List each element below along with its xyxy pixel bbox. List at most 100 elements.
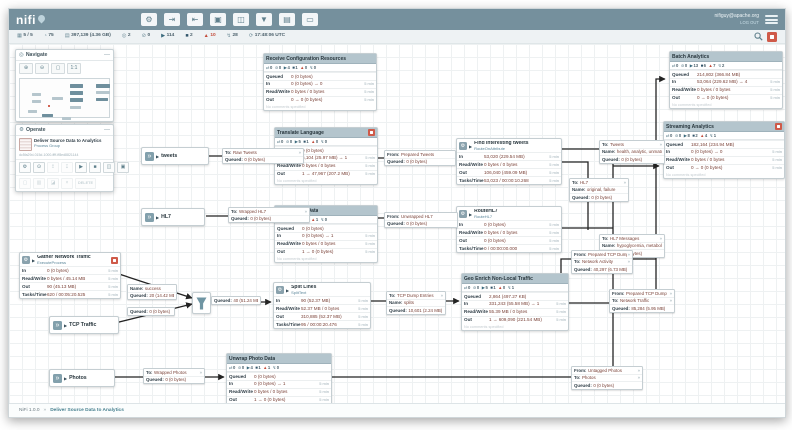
funnel-tool[interactable]: ▼ xyxy=(256,13,272,26)
process-group-batch-analytics[interactable]: Batch Analytics⇄0⊘0▶13■6▲7↯2Queued214,80… xyxy=(669,51,783,109)
connection-label-row: Queued:0 (0 bytes) xyxy=(223,156,303,164)
policies-button[interactable]: ⊙ xyxy=(33,162,45,173)
not-transmitting-count: ⊘0 xyxy=(238,365,244,370)
birdseye-minimap[interactable] xyxy=(19,78,110,118)
connection-label-untagged-photos[interactable]: From:Untagged Photos»To:Photos»Queued:0 … xyxy=(571,366,643,390)
processor-split-lines[interactable]: ⚙▶Split LinesSplitTextIn90 (52.37 MB)5 m… xyxy=(273,282,371,329)
processor-tool[interactable]: ⚙ xyxy=(141,13,157,26)
connection-label-to-tweets[interactable]: To:Tweets»Name:health, analytic, unmatch… xyxy=(599,140,665,164)
connection-label-funnel-queue[interactable]: Queued:40 (51.24 MB) xyxy=(211,296,261,305)
go-to-component-icon[interactable]: » xyxy=(305,209,307,214)
input-port-photos[interactable]: »▶Photos xyxy=(49,369,115,387)
processor-stat-period: 5 min xyxy=(549,178,559,183)
connection-label-tcp-queue[interactable]: Queued:0 (0 bytes) xyxy=(127,307,175,316)
go-to-component-icon[interactable]: » xyxy=(299,150,301,155)
connection-field-label: Queued: xyxy=(130,309,148,315)
connection-label-to-hl7[interactable]: To:HL7»Name:original, failureQueued:0 (0… xyxy=(569,178,629,202)
connection-label-row: To:Network Traffic» xyxy=(610,297,674,305)
logout-link[interactable]: LOG OUT xyxy=(714,20,759,25)
bulletin-icon[interactable] xyxy=(775,123,782,130)
collapse-operate-button[interactable]: — xyxy=(104,127,110,133)
go-to-component-icon[interactable]: » xyxy=(638,368,640,373)
go-to-component-icon[interactable]: » xyxy=(660,142,662,147)
stopped-count-icon: ■ xyxy=(490,285,493,290)
go-to-component-icon[interactable]: » xyxy=(628,252,630,257)
process-group-unwrap-photo-data[interactable]: Unwrap Photo Data⇄0⊘0▶4■1▲1↯0Queued0 (0 … xyxy=(226,353,332,403)
app-header: nifi ⚙ ⇥ ⇤ ▣ ◫ ▼ ▤ ▭ nifiguy@apache.org LOG OUT xyxy=(9,9,785,30)
input-port-hl7[interactable]: »▶HL7 xyxy=(141,208,205,226)
connection-label-wrapped-photos[interactable]: To:Wrapped Photos»Queued:0 (0 bytes) xyxy=(143,368,205,384)
input-port-tweets[interactable]: »▶tweets xyxy=(141,147,209,165)
connection-label-network-traffic[interactable]: From:Prepared TCP Dump»To:Network Traffi… xyxy=(609,289,675,313)
template-create-button[interactable]: ▣ xyxy=(117,162,129,173)
collapse-navigate-button[interactable]: — xyxy=(104,52,110,58)
connection-field-value: TCP Dump Entries xyxy=(397,293,440,299)
run-state-icon: ▶ xyxy=(64,323,67,328)
template-tool[interactable]: ▤ xyxy=(279,13,295,26)
funnel[interactable] xyxy=(192,292,211,314)
start-button[interactable]: ▶ xyxy=(75,162,87,173)
zoom-out-button[interactable]: ⊖ xyxy=(35,63,49,74)
breadcrumb[interactable]: Deliver Source Data to Analytics xyxy=(50,408,124,413)
connection-label-prepared-tweets[interactable]: From:Prepared TweetsQueued:0 (0 bytes) xyxy=(384,150,456,166)
bulletin-indicator[interactable] xyxy=(767,32,777,42)
output-port-tool[interactable]: ⇤ xyxy=(187,13,203,26)
processor-stat-row: In0 (0 bytes)5 min xyxy=(20,266,120,274)
connection-label-unwrapped-hl7[interactable]: From:Unwrapped HL7Queued:0 (0 bytes) xyxy=(384,212,458,228)
disabled-count-icon: ↯ xyxy=(310,65,314,70)
template-upload-button[interactable]: ◫ xyxy=(103,162,115,173)
go-to-component-icon[interactable]: » xyxy=(638,375,640,380)
bulletin-icon[interactable] xyxy=(368,129,375,136)
navigate-panel: ◎ Navigate — ⊕⊖▢1:1 xyxy=(15,49,114,122)
flow-canvas[interactable]: Receive Configuration Resources⇄0⊘0▶4■1▲… xyxy=(9,44,785,403)
nifi-drop-icon xyxy=(37,13,47,23)
processor-gather-network-traffic[interactable]: ⚙▶Gather Network TrafficExecuteProcessIn… xyxy=(19,252,121,299)
connection-field-label: Queued: xyxy=(572,195,590,201)
connection-field-value: 20 (14.42 MB) xyxy=(149,293,174,299)
processor-routehl7[interactable]: ⚙▶RouteHL7RouteHL7In0 (0 bytes)5 minRead… xyxy=(456,206,562,253)
go-to-component-icon[interactable]: » xyxy=(624,180,626,185)
connection-label-tcp-dump-entries[interactable]: To:TCP Dump Entries»Name:splitsQueued:10… xyxy=(386,291,446,315)
label-tool[interactable]: ▭ xyxy=(302,13,318,26)
stop-button[interactable]: ■ xyxy=(89,162,101,173)
connection-label-success[interactable]: Name:successQueued:20 (14.42 MB) xyxy=(127,284,177,300)
header-right: nifiguy@apache.org LOG OUT xyxy=(714,13,778,25)
remote-process-group-tool[interactable]: ◫ xyxy=(233,13,249,26)
connection-field-value: 0 (0 bytes) xyxy=(406,159,453,165)
process-group-stat-value: 0 → 0 (0 bytes) xyxy=(697,95,768,101)
processor-stat-period: 5 min xyxy=(549,246,559,251)
process-group-stat-value: 0 bytes / 0 bytes xyxy=(697,87,768,93)
nifi-logo[interactable]: nifi xyxy=(16,14,45,26)
process-group-geo-enrich-non-local-traffic[interactable]: Geo Enrich Non-Local Traffic⇄0⊘0▶5■1▲0↯1… xyxy=(461,273,569,331)
process-group-stat-label: Queued xyxy=(229,374,254,380)
zoom-in-button[interactable]: ⊕ xyxy=(19,63,33,74)
go-to-component-icon[interactable]: » xyxy=(441,293,443,298)
connection-field-value: 40,297 (6.73 MB) xyxy=(593,267,630,273)
connection-field-label: To: xyxy=(574,259,581,265)
go-to-component-icon[interactable]: » xyxy=(670,298,672,303)
process-group-stat-value: 0 bytes / 0 bytes xyxy=(254,389,317,395)
configuration-button[interactable]: ⚙ xyxy=(19,162,31,173)
input-port-tcp-traffic[interactable]: »▶TCP Traffic xyxy=(49,316,119,334)
connection-label-raw-tweets[interactable]: To:Raw Tweets»Queued:0 (0 bytes) xyxy=(222,148,304,164)
connection-field-label: Queued: xyxy=(225,157,243,163)
go-to-component-icon[interactable]: » xyxy=(660,236,662,241)
processor-stat-value: 0 bytes / 0 bytes xyxy=(484,162,547,168)
search-button[interactable] xyxy=(754,32,763,41)
connection-label-network-activity[interactable]: From:Prepared TCP Dump»To:Network Activi… xyxy=(571,250,633,274)
connection-label-wrapped-hl7[interactable]: To:Wrapped HL7»Queued:0 (0 bytes) xyxy=(228,207,310,223)
zoom-actual-button[interactable]: 1:1 xyxy=(67,63,81,74)
global-menu-button[interactable] xyxy=(765,15,778,24)
bulletin-icon[interactable] xyxy=(111,257,118,264)
process-group-stat-label: In xyxy=(464,301,489,307)
zoom-fit-button[interactable]: ▢ xyxy=(51,63,65,74)
input-port-tool[interactable]: ⇥ xyxy=(164,13,180,26)
go-to-component-icon[interactable]: » xyxy=(628,259,630,264)
go-to-component-icon[interactable]: » xyxy=(200,370,202,375)
process-group-streaming-analytics[interactable]: Streaming Analytics⇄0⊘0▶8■2▲4↯1Queued182… xyxy=(663,121,785,179)
process-group-header: Streaming Analytics xyxy=(664,122,784,132)
process-group-tool[interactable]: ▣ xyxy=(210,13,226,26)
processor-find-interesting-tweets[interactable]: ⚙▶Find Interesting tweetsRouteOnAttribut… xyxy=(456,138,562,185)
process-group-receive-configuration-resources[interactable]: Receive Configuration Resources⇄0⊘0▶4■1▲… xyxy=(263,53,377,111)
go-to-component-icon[interactable]: » xyxy=(670,291,672,296)
